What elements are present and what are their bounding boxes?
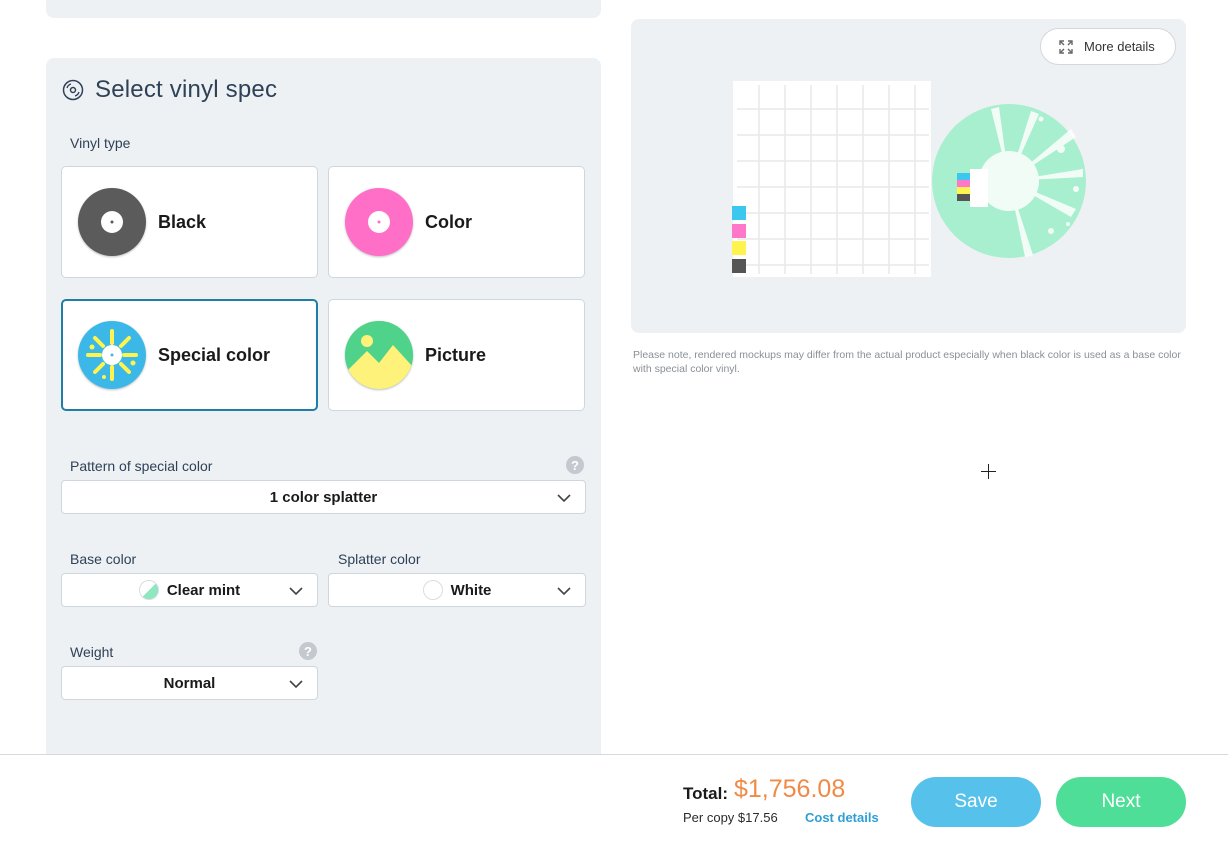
vinyl-type-label-special-color: Special color — [158, 344, 271, 365]
vinyl-type-color-option[interactable]: Color — [328, 166, 585, 278]
vinyl-spec-panel: Select vinyl spec Vinyl type Black Color — [46, 58, 601, 778]
total-price: $1,756.08 — [734, 775, 846, 803]
cost-details-link[interactable]: Cost details — [805, 810, 879, 825]
previous-section-panel — [46, 0, 601, 18]
color-vinyl-icon — [345, 188, 413, 256]
spec-title-row: Select vinyl spec — [62, 74, 277, 106]
mockup-sleeve — [733, 81, 931, 277]
save-button[interactable]: Save — [911, 777, 1041, 827]
special-color-vinyl-icon — [78, 321, 146, 389]
spec-title: Select vinyl spec — [95, 76, 278, 103]
vinyl-type-label: Vinyl type — [70, 135, 131, 151]
vinyl-type-black-option[interactable]: Black — [61, 166, 318, 278]
mockup-disclaimer: Please note, rendered mockups may differ… — [633, 349, 1181, 375]
pattern-label: Pattern of special color — [70, 458, 213, 474]
vinyl-type-label-color: Color — [425, 211, 472, 232]
splatter-color-value: White — [450, 581, 492, 599]
vinyl-mockup-image — [732, 81, 1086, 277]
weight-value: Normal — [163, 674, 216, 692]
splatter-color-label: Splatter color — [338, 551, 421, 567]
white-swatch-icon — [422, 580, 443, 600]
clear-mint-swatch-icon — [138, 580, 159, 600]
chevron-down-icon — [557, 587, 571, 596]
total-label: Total: — [683, 784, 729, 803]
base-color-value: Clear mint — [166, 581, 241, 599]
crosshair-cursor-icon — [981, 464, 996, 479]
vinyl-type-special-color-option[interactable]: Special color — [61, 299, 318, 411]
order-footer-bar: Total: $1,756.08 Per copy $17.56 Cost de… — [0, 754, 1228, 844]
per-copy-price: Per copy $17.56 — [683, 810, 778, 825]
weight-label: Weight — [70, 644, 114, 660]
pattern-help-icon[interactable]: ? — [566, 456, 584, 474]
vinyl-type-label-black: Black — [158, 211, 207, 232]
chevron-down-icon — [289, 680, 303, 689]
chevron-down-icon — [289, 587, 303, 596]
mockup-preview-panel: More details — [631, 19, 1186, 333]
base-color-select[interactable]: Clear mint — [61, 573, 318, 607]
picture-vinyl-icon — [345, 321, 413, 389]
pattern-select-value: 1 color splatter — [269, 488, 378, 506]
weight-help-icon[interactable]: ? — [299, 642, 317, 660]
vinyl-type-picture-option[interactable]: Picture — [328, 299, 585, 411]
base-color-label: Base color — [70, 551, 137, 567]
black-vinyl-icon — [78, 188, 146, 256]
next-button[interactable]: Next — [1056, 777, 1186, 827]
vinyl-settings-icon — [62, 79, 84, 101]
weight-select[interactable]: Normal — [61, 666, 318, 700]
pattern-select[interactable]: 1 color splatter — [61, 480, 586, 514]
splatter-color-select[interactable]: White — [328, 573, 586, 607]
vinyl-type-label-picture: Picture — [425, 344, 487, 365]
chevron-down-icon — [557, 494, 571, 503]
